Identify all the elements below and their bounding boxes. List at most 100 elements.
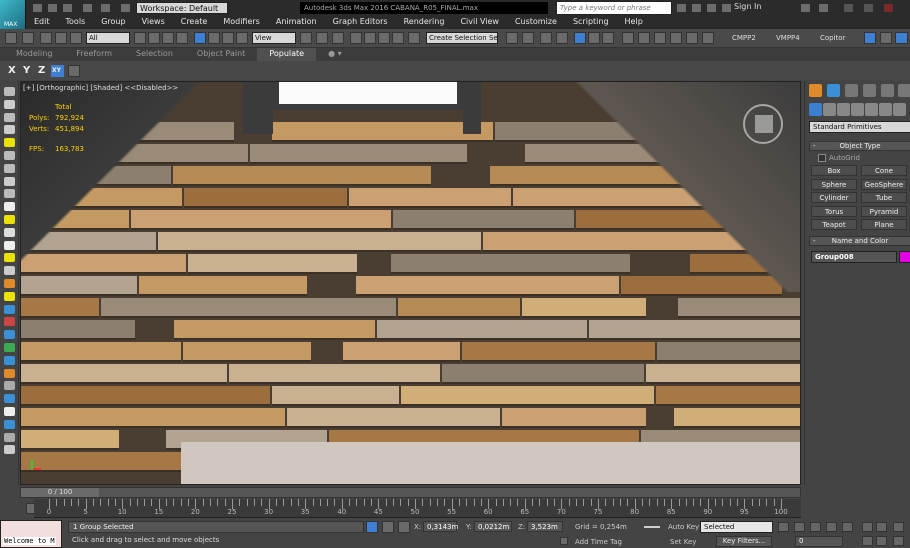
script-button-icon[interactable]: [864, 32, 876, 44]
set-key-button[interactable]: Set Key: [670, 538, 696, 546]
create-cone-button[interactable]: Cone: [861, 165, 907, 176]
create-plane-button[interactable]: Plane: [861, 219, 907, 230]
menu-rendering[interactable]: Rendering: [396, 15, 453, 29]
checkbox-icon[interactable]: [818, 154, 826, 162]
render-production-icon[interactable]: [654, 32, 666, 44]
z-coordinate-field[interactable]: 3,523m: [527, 521, 563, 532]
subscription-icon[interactable]: [691, 3, 702, 13]
maximize-viewport-icon[interactable]: [893, 536, 904, 546]
hierarchy-tab-icon[interactable]: [845, 84, 858, 97]
tool-icon[interactable]: [4, 368, 15, 378]
close-icon[interactable]: [883, 3, 894, 13]
tool-icon[interactable]: [4, 266, 15, 276]
axis-xy-button[interactable]: XY: [51, 65, 64, 77]
menu-graph-editors[interactable]: Graph Editors: [325, 15, 396, 29]
tool-icon[interactable]: [4, 330, 15, 340]
helpers-icon[interactable]: [865, 103, 878, 116]
render-iterative-icon[interactable]: [670, 32, 682, 44]
rect-selection-icon[interactable]: [162, 32, 174, 44]
named-selection-dropdown[interactable]: Create Selection Se: [426, 32, 498, 44]
tool-icon[interactable]: [4, 381, 15, 391]
redo-icon[interactable]: [22, 32, 34, 44]
sphere-icon[interactable]: [4, 240, 15, 250]
play-icon[interactable]: [810, 522, 821, 532]
tool-icon[interactable]: [4, 279, 15, 288]
time-slider[interactable]: 0 / 100: [20, 487, 801, 498]
field-of-view-icon[interactable]: [876, 536, 887, 546]
autogrid-checkbox[interactable]: AutoGrid: [818, 154, 860, 162]
isolate-icon[interactable]: [366, 521, 378, 533]
light-icon[interactable]: [4, 215, 15, 224]
display-tab-icon[interactable]: [881, 84, 894, 97]
pivot-center-icon[interactable]: [300, 32, 312, 44]
axis-z-button[interactable]: Z: [38, 65, 45, 76]
goto-start-icon[interactable]: [778, 522, 789, 532]
tool-icon[interactable]: [4, 189, 15, 199]
lock-selection-icon[interactable]: [382, 521, 394, 533]
viewcube[interactable]: [755, 115, 773, 133]
tool-icon[interactable]: [4, 432, 15, 442]
select-move-icon[interactable]: [194, 32, 206, 44]
systems-icon[interactable]: [893, 103, 906, 116]
axis-x-button[interactable]: X: [8, 65, 16, 76]
percent-snap-icon[interactable]: [378, 32, 390, 44]
selection-set-dropdown[interactable]: Selected: [700, 521, 773, 533]
time-tag-icon[interactable]: [560, 537, 568, 545]
modify-tab-icon[interactable]: [827, 84, 840, 97]
tool-icon[interactable]: [4, 343, 15, 352]
search-input[interactable]: Type a keyword or phrase: [556, 1, 672, 15]
maximize-icon[interactable]: [863, 3, 874, 13]
tool-icon[interactable]: [4, 407, 15, 416]
create-tube-button[interactable]: Tube: [861, 192, 907, 203]
menu-group[interactable]: Group: [93, 15, 133, 29]
utilities-tab-icon[interactable]: [898, 84, 910, 97]
menu-tools[interactable]: Tools: [58, 15, 94, 29]
menu-customize[interactable]: Customize: [507, 15, 565, 29]
light-icon[interactable]: [4, 291, 15, 301]
track-bar[interactable]: 0 5 10 15 20 25 30 35 40 45 50 55 60 65 70 75 80 85 90 95 10…: [34, 499, 801, 518]
script-button-icon[interactable]: [880, 32, 892, 44]
zoom-extents-icon[interactable]: [893, 522, 904, 532]
add-time-tag-button[interactable]: Add Time Tag: [575, 538, 622, 546]
layer-manager-icon[interactable]: [540, 32, 552, 44]
tool-icon[interactable]: [4, 304, 15, 314]
angle-snap-icon[interactable]: [364, 32, 376, 44]
undo-icon[interactable]: [5, 32, 17, 44]
bind-space-warp-icon[interactable]: [70, 32, 82, 44]
menu-civil-view[interactable]: Civil View: [452, 15, 507, 29]
selection-filter-dropdown[interactable]: All: [86, 32, 130, 44]
favorites-icon[interactable]: [706, 3, 717, 13]
y-coordinate-field[interactable]: 0,0212m: [474, 521, 512, 532]
render-cloud-icon[interactable]: [686, 32, 698, 44]
ribbon-tab-modeling[interactable]: Modeling: [4, 48, 64, 61]
time-slider-thumb[interactable]: 0 / 100: [21, 488, 99, 497]
light-icon[interactable]: [4, 138, 15, 148]
tool-icon[interactable]: [4, 87, 15, 96]
redo-icon[interactable]: [100, 3, 111, 13]
axis-constraint-icon[interactable]: [68, 65, 80, 77]
unlink-icon[interactable]: [55, 32, 67, 44]
tool-icon[interactable]: [4, 419, 15, 429]
object-type-rollout[interactable]: - Object Type: [809, 141, 910, 151]
graphite-toggle-icon[interactable]: [556, 32, 568, 44]
menu-views[interactable]: Views: [134, 15, 173, 29]
undo-icon[interactable]: [82, 3, 93, 13]
toolbar-label-copitor[interactable]: Copitor: [820, 34, 845, 42]
ribbon-tab-selection[interactable]: Selection: [124, 48, 185, 61]
select-manipulate-icon[interactable]: [316, 32, 328, 44]
object-category-dropdown[interactable]: Standard Primitives: [809, 121, 910, 133]
tool-icon[interactable]: [4, 99, 15, 109]
create-torus-button[interactable]: Torus: [811, 205, 857, 217]
maxscript-listener[interactable]: Welcome to M: [0, 520, 62, 548]
a360-icon[interactable]: [702, 32, 714, 44]
tool-icon[interactable]: [4, 445, 15, 455]
tool-icon[interactable]: [4, 317, 15, 327]
shapes-icon[interactable]: [823, 103, 836, 116]
tool-icon[interactable]: [4, 394, 15, 404]
select-scale-icon[interactable]: [222, 32, 234, 44]
align-icon[interactable]: [522, 32, 534, 44]
viewport-orthographic[interactable]: [+] [Orthographic] [Shaded] <<Disabled>>…: [20, 81, 801, 485]
auto-key-button[interactable]: Auto Key: [668, 523, 699, 531]
create-sphere-button[interactable]: Sphere: [811, 178, 857, 190]
create-teapot-button[interactable]: Teapot: [811, 219, 857, 230]
